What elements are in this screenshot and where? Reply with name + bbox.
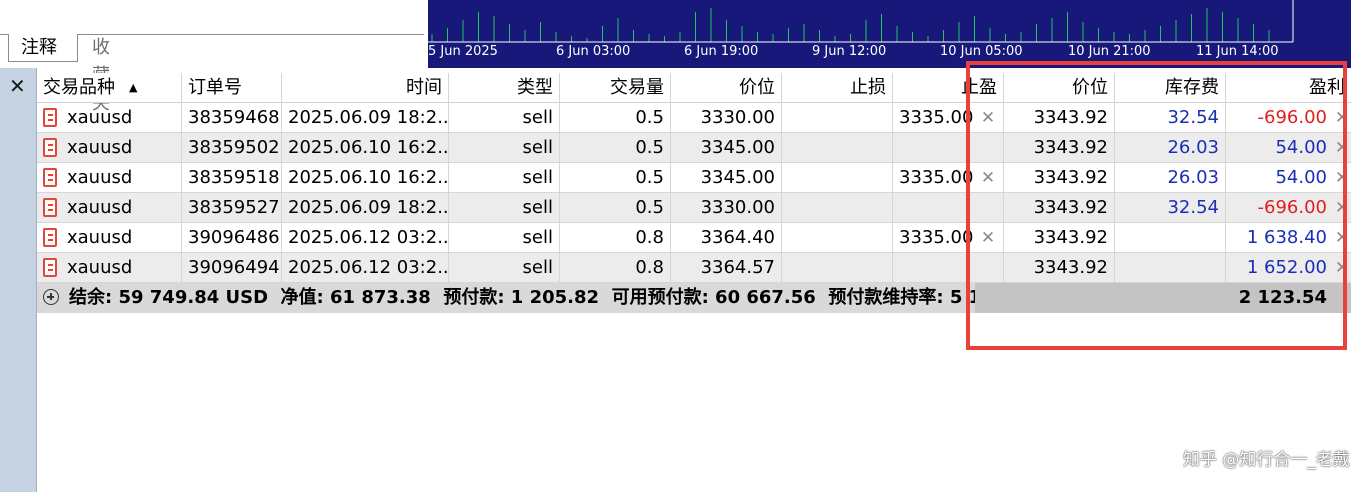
cell-type: sell [449, 223, 560, 253]
cell-time: 2025.06.12 03:2... [282, 253, 449, 283]
cell-type: sell [449, 193, 560, 223]
order-document-icon [43, 138, 57, 157]
col-type[interactable]: 类型 [449, 73, 560, 103]
cell-tp: 3335.00 [899, 107, 973, 128]
symbol-text: xauusd [67, 227, 133, 248]
cell-sl [782, 223, 893, 253]
chart-tick-label: 6 Jun 19:00 [684, 44, 759, 59]
cell-price: 3330.00 [671, 103, 782, 133]
cell-order: 38359468 [182, 103, 282, 133]
notes-pane: 注释 收藏夹 [0, 0, 428, 114]
cell-order: 38359502 [182, 133, 282, 163]
cell-time: 2025.06.10 16:2... [282, 133, 449, 163]
cell-type: sell [449, 163, 560, 193]
order-document-icon [43, 108, 57, 127]
highlight-annotation-box [966, 61, 1347, 350]
cell-symbol: xauusd [37, 253, 182, 283]
cell-volume: 0.5 [560, 163, 671, 193]
cell-symbol: xauusd [37, 223, 182, 253]
cell-volume: 0.5 [560, 193, 671, 223]
cell-tp [893, 193, 973, 223]
close-icon[interactable]: ✕ [9, 76, 26, 96]
cell-symbol: xauusd [37, 193, 182, 223]
cell-time: 2025.06.09 18:2... [282, 103, 449, 133]
cell-price: 3364.40 [671, 223, 782, 253]
cell-volume: 0.5 [560, 103, 671, 133]
chart-tick-label: 10 Jun 05:00 [940, 44, 1023, 59]
symbol-text: xauusd [67, 257, 133, 278]
cell-sl [782, 103, 893, 133]
cell-price: 3330.00 [671, 193, 782, 223]
cell-symbol: xauusd [37, 163, 182, 193]
cell-volume: 0.8 [560, 223, 671, 253]
cell-order: 38359527 [182, 193, 282, 223]
cell-symbol: xauusd [37, 103, 182, 133]
col-symbol[interactable]: 交易品种 ▲ [37, 73, 182, 103]
order-document-icon [43, 198, 57, 217]
tab-favorites[interactable]: 收藏夹 [80, 34, 122, 114]
cell-order: 39096494 [182, 253, 282, 283]
cell-volume: 0.5 [560, 133, 671, 163]
cell-order: 38359518 [182, 163, 282, 193]
cell-time: 2025.06.09 18:2... [282, 193, 449, 223]
col-sl[interactable]: 止损 [782, 73, 893, 103]
cell-tp [893, 133, 973, 163]
cell-sl [782, 163, 893, 193]
order-document-icon [43, 168, 57, 187]
tab-notes[interactable]: 注释 [8, 34, 78, 62]
chart-tick-label: 5 Jun 2025 [428, 44, 498, 59]
cell-price: 3345.00 [671, 133, 782, 163]
cell-volume: 0.8 [560, 253, 671, 283]
cell-type: sell [449, 103, 560, 133]
cell-price: 3364.57 [671, 253, 782, 283]
col-price[interactable]: 价位 [671, 73, 782, 103]
symbol-text: xauusd [67, 197, 133, 218]
watermark-text: 知乎 @知行合一_老戴 [1183, 450, 1350, 470]
symbol-text: xauusd [67, 167, 133, 188]
col-time[interactable]: 时间 [282, 73, 449, 103]
symbol-text: xauusd [67, 137, 133, 158]
col-volume[interactable]: 交易量 [560, 73, 671, 103]
cell-type: sell [449, 253, 560, 283]
sort-up-icon: ▲ [129, 81, 138, 94]
cell-tp [893, 253, 973, 283]
cell-time: 2025.06.12 03:2... [282, 223, 449, 253]
cell-tp: 3335.00 [899, 167, 973, 188]
chart-tick-label: 9 Jun 12:00 [812, 44, 887, 59]
order-document-icon [43, 228, 57, 247]
cell-sl [782, 133, 893, 163]
price-chart[interactable]: 5 Jun 2025 6 Jun 03:00 6 Jun 19:00 9 Jun 12… [428, 0, 1351, 68]
order-document-icon [43, 258, 57, 277]
expand-plus-icon[interactable] [43, 289, 59, 305]
cell-sl [782, 193, 893, 223]
chart-tick-label: 6 Jun 03:00 [556, 44, 631, 59]
chart-tick-label: 10 Jun 21:00 [1068, 44, 1151, 59]
cell-type: sell [449, 133, 560, 163]
cell-sl [782, 253, 893, 283]
col-order[interactable]: 订单号 [182, 73, 282, 103]
chart-tick-label: 11 Jun 14:00 [1196, 44, 1279, 59]
account-summary-text: 结余: 59 749.84 USD 净值: 61 873.38 预付款: 1 2… [69, 287, 975, 308]
toolbox-sidebar: ✕ [0, 68, 37, 492]
symbol-text: xauusd [67, 107, 133, 128]
cell-order: 39096486 [182, 223, 282, 253]
cell-tp: 3335.00 [899, 227, 973, 248]
cell-symbol: xauusd [37, 133, 182, 163]
cell-time: 2025.06.10 16:2... [282, 163, 449, 193]
cell-price: 3345.00 [671, 163, 782, 193]
